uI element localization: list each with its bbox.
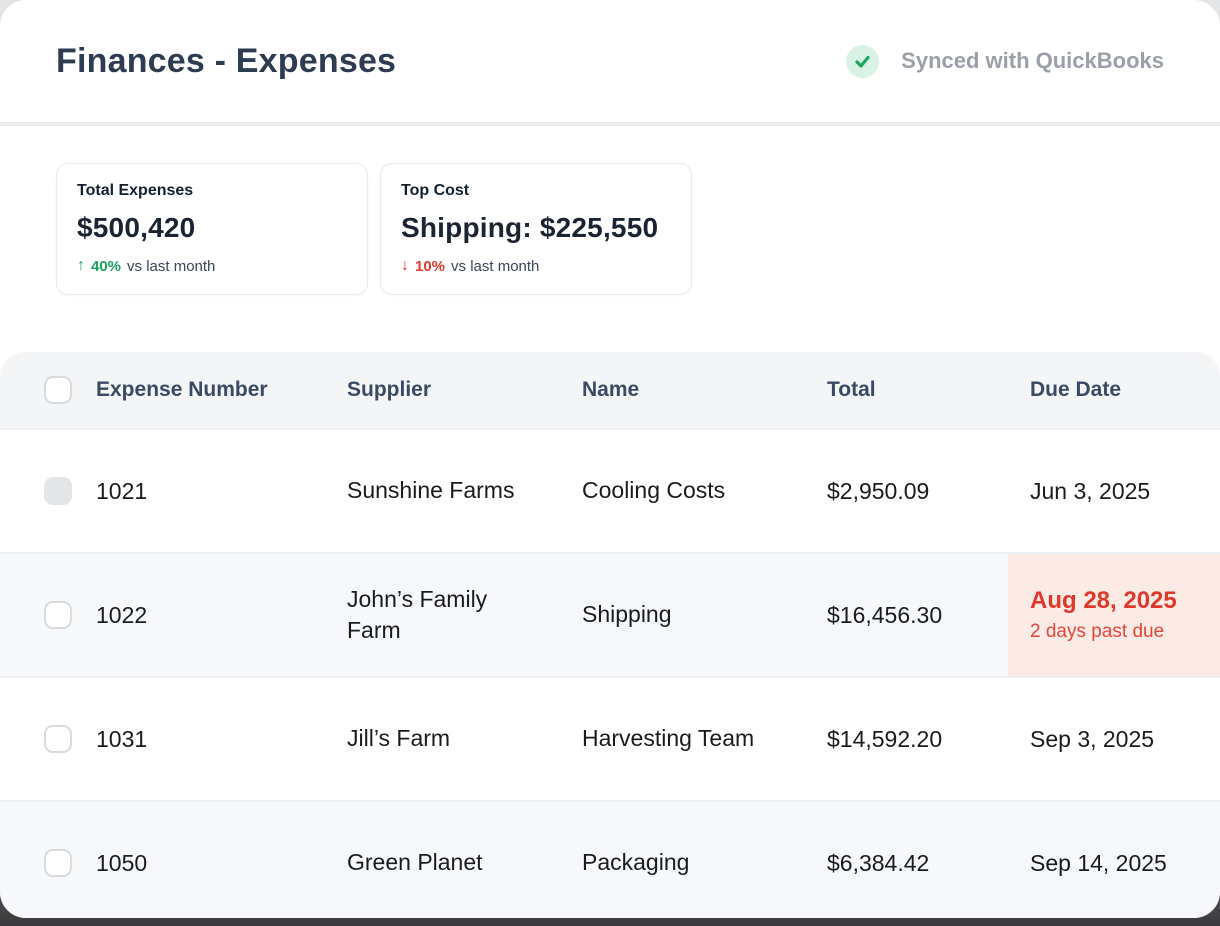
name-text: Shipping xyxy=(582,599,672,630)
stat-value: $500,420 xyxy=(77,212,347,244)
overdue-date-text: Aug 28, 2025 xyxy=(1030,587,1177,615)
expense-number-cell: 1050 xyxy=(96,802,347,918)
name-cell: Cooling Costs xyxy=(582,430,827,552)
select-all-checkbox[interactable] xyxy=(44,376,72,404)
row-checkbox[interactable] xyxy=(44,849,72,877)
delta-percent: 40% xyxy=(91,258,121,275)
delta-percent: 10% xyxy=(415,258,445,275)
top-bar: Finances - Expenses Synced with QuickBoo… xyxy=(0,0,1220,126)
total-cell: $2,950.09 xyxy=(827,430,1008,552)
stat-delta: ↓ 10% vs last month xyxy=(401,257,671,275)
row-checkbox[interactable] xyxy=(44,725,72,753)
name-text: Packaging xyxy=(582,847,689,878)
total-cell: $16,456.30 xyxy=(827,554,1008,676)
check-circle-icon xyxy=(846,45,879,78)
due-date-cell: Sep 14, 2025 xyxy=(1008,802,1220,918)
supplier-cell: Green Planet xyxy=(347,802,582,918)
sync-status: Synced with QuickBooks xyxy=(846,45,1164,78)
stat-card-total-expenses: Total Expenses $500,420 ↑ 40% vs last mo… xyxy=(56,163,368,295)
due-date-cell: Jun 3, 2025 xyxy=(1008,430,1220,552)
delta-suffix: vs last month xyxy=(451,258,539,275)
column-header-supplier: Supplier xyxy=(347,352,582,428)
arrow-down-icon: ↓ xyxy=(401,257,409,275)
row-checkbox-cell xyxy=(0,554,96,676)
column-header-due-date: Due Date xyxy=(1008,352,1220,428)
sync-status-label: Synced with QuickBooks xyxy=(901,48,1164,74)
stat-cards: Total Expenses $500,420 ↑ 40% vs last mo… xyxy=(0,126,1220,295)
stat-value: Shipping: $225,550 xyxy=(401,212,671,244)
supplier-text: Sunshine Farms xyxy=(347,475,514,506)
total-cell: $6,384.42 xyxy=(827,802,1008,918)
supplier-text: John’s Family Farm xyxy=(347,584,525,646)
expense-number-cell: 1031 xyxy=(96,678,347,800)
name-cell: Shipping xyxy=(582,554,827,676)
row-checkbox[interactable] xyxy=(44,477,72,505)
supplier-text: Green Planet xyxy=(347,847,483,878)
delta-suffix: vs last month xyxy=(127,258,215,275)
stat-card-top-cost: Top Cost Shipping: $225,550 ↓ 10% vs las… xyxy=(380,163,692,295)
row-checkbox-cell xyxy=(0,802,96,918)
due-date-cell: Sep 3, 2025 xyxy=(1008,678,1220,800)
column-header-expense-number: Expense Number xyxy=(96,352,347,428)
table-row[interactable]: 1021 Sunshine Farms Cooling Costs $2,950… xyxy=(0,428,1220,552)
supplier-text: Jill’s Farm xyxy=(347,723,450,754)
supplier-cell: Jill’s Farm xyxy=(347,678,582,800)
expenses-table: Expense Number Supplier Name Total Due D… xyxy=(0,352,1220,918)
table-row[interactable]: 1031 Jill’s Farm Harvesting Team $14,592… xyxy=(0,676,1220,800)
name-text: Cooling Costs xyxy=(582,475,725,506)
arrow-up-icon: ↑ xyxy=(77,257,85,275)
name-cell: Harvesting Team xyxy=(582,678,827,800)
supplier-cell: Sunshine Farms xyxy=(347,430,582,552)
column-header-name: Name xyxy=(582,352,827,428)
row-checkbox[interactable] xyxy=(44,601,72,629)
stat-delta: ↑ 40% vs last month xyxy=(77,257,347,275)
expense-number-cell: 1022 xyxy=(96,554,347,676)
expense-number-cell: 1021 xyxy=(96,430,347,552)
column-header-total: Total xyxy=(827,352,1008,428)
row-checkbox-cell xyxy=(0,430,96,552)
page-title: Finances - Expenses xyxy=(56,42,396,81)
table-row[interactable]: 1050 Green Planet Packaging $6,384.42 Se… xyxy=(0,800,1220,918)
stat-label: Total Expenses xyxy=(77,182,347,200)
table-header-row: Expense Number Supplier Name Total Due D… xyxy=(0,352,1220,428)
stat-label: Top Cost xyxy=(401,182,671,200)
due-date-cell-overdue: Aug 28, 2025 2 days past due xyxy=(1008,554,1220,676)
table-row[interactable]: 1022 John’s Family Farm Shipping $16,456… xyxy=(0,552,1220,676)
name-text: Harvesting Team xyxy=(582,723,754,754)
name-cell: Packaging xyxy=(582,802,827,918)
total-cell: $14,592.20 xyxy=(827,678,1008,800)
header-cell-checkbox xyxy=(0,352,96,428)
row-checkbox-cell xyxy=(0,678,96,800)
overdue-note-text: 2 days past due xyxy=(1030,621,1164,643)
supplier-cell: John’s Family Farm xyxy=(347,554,582,676)
app-window: Finances - Expenses Synced with QuickBoo… xyxy=(0,0,1220,918)
